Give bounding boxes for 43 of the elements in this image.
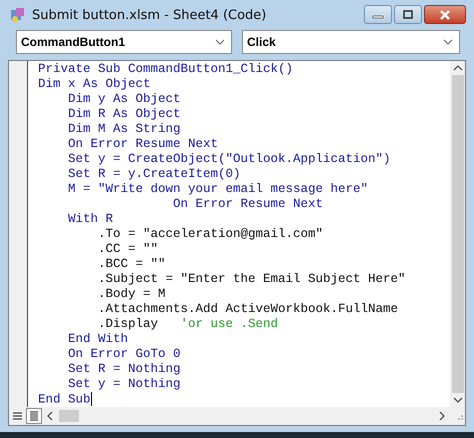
window-title: Submit button.xlsm - Sheet4 (Code): [32, 8, 266, 22]
code-keyword-line: On Error GoTo 0: [67, 347, 181, 361]
code-line: .CC = "": [97, 242, 158, 256]
chevron-down-icon: [443, 39, 453, 45]
minimize-button[interactable]: [364, 5, 392, 24]
code-line: .BCC = "": [97, 257, 166, 271]
text-cursor: [90, 392, 92, 406]
code-keyword-line: Set R = y.CreateItem(0): [67, 167, 241, 181]
code-keyword-line: With R: [67, 212, 114, 226]
code-keyword-line: M = "Write down your email message here": [67, 182, 368, 196]
code-line: .Body = M: [97, 287, 166, 301]
scroll-right-icon[interactable]: [439, 411, 445, 421]
code-comment: 'or use .Send: [180, 317, 278, 331]
full-module-view-icon[interactable]: [27, 409, 41, 423]
code-keyword-line: Set y = CreateObject("Outlook.Application"): [67, 152, 391, 166]
code-line: .Display: [97, 317, 160, 331]
code-keyword-line: Dim R As Object: [67, 107, 181, 121]
chevron-down-icon: [215, 39, 225, 45]
code-keyword-line: End With: [67, 332, 128, 346]
code-line: .To = "acceleration@gmail.com": [97, 227, 324, 241]
code-keyword-line: Private Sub CommandButton1_Click(): [38, 62, 294, 76]
code-keyword-line: Set y = Nothing: [67, 377, 181, 391]
scroll-down-icon[interactable]: [452, 397, 462, 403]
maximize-icon: [402, 10, 414, 20]
code-keyword-line: End Sub: [38, 392, 91, 406]
scroll-up-icon[interactable]: [452, 65, 462, 71]
procedure-dropdown[interactable]: Click: [242, 30, 460, 54]
code-keyword-line: On Error Resume Next: [172, 197, 324, 211]
code-keyword-line: Dim M As String: [67, 122, 181, 136]
app-icon: [10, 7, 26, 23]
code-keyword-line: On Error Resume Next: [67, 137, 218, 151]
close-icon: [439, 10, 451, 20]
maximize-button[interactable]: [394, 5, 422, 24]
code-keyword-line: Set R = Nothing: [67, 362, 181, 376]
code-line: .Subject = "Enter the Email Subject Here": [97, 272, 406, 286]
vertical-scrollbar[interactable]: [450, 61, 465, 407]
close-button[interactable]: [424, 5, 466, 24]
code-keyword-line: Dim y As Object: [67, 92, 181, 106]
scroll-thumb[interactable]: [59, 410, 79, 422]
scroll-left-icon[interactable]: [47, 411, 53, 421]
code-keyword-line: Dim x As Object: [38, 77, 151, 91]
object-dropdown[interactable]: CommandButton1: [16, 30, 232, 54]
code-line: .Attachments.Add ActiveWorkbook.FullName: [97, 302, 398, 316]
